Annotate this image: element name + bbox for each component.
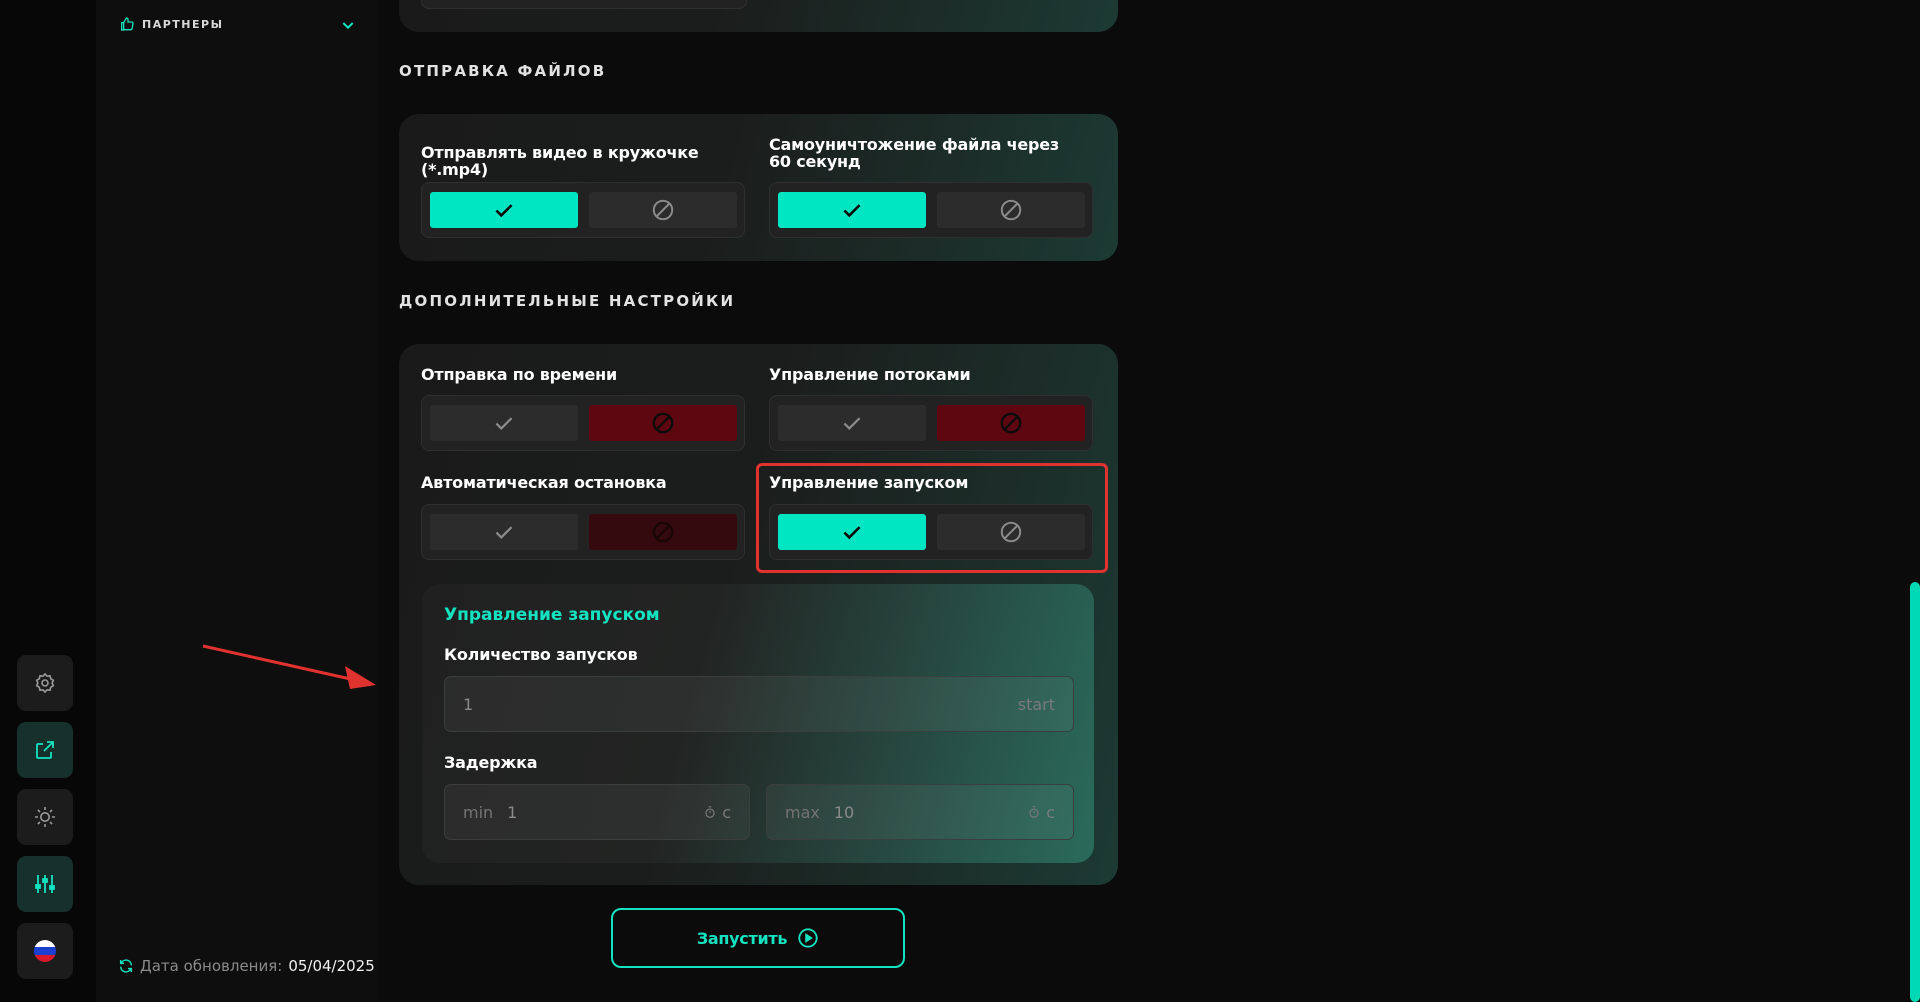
self-destruct-off-button[interactable]	[937, 192, 1085, 228]
launch-control-panel: Управление запуском Количество запусков …	[422, 584, 1094, 863]
stopwatch-icon	[705, 806, 715, 818]
extra-settings-title: ДОПОЛНИТЕЛЬНЫЕ НАСТРОЙКИ	[399, 292, 736, 310]
delay-max-unit: c	[1046, 802, 1055, 822]
auto-stop-toggle	[421, 504, 745, 560]
ban-icon	[1000, 412, 1022, 434]
refresh-icon	[119, 959, 133, 973]
file-sending-card: Отправлять видео в кружочке (*.mp4) Само…	[399, 114, 1118, 261]
delay-max-value: 10	[833, 802, 855, 822]
launch-count-label: Количество запусков	[444, 645, 638, 664]
check-icon	[495, 417, 513, 430]
check-icon	[495, 204, 513, 218]
language-button[interactable]	[17, 923, 73, 979]
delay-max-input[interactable]: max 10 c	[766, 784, 1074, 840]
annotation-arrow-icon	[202, 644, 376, 689]
delay-min-unit: c	[722, 802, 731, 822]
self-destruct-on-button[interactable]	[778, 192, 926, 228]
partners-label: ПАРТНЕРЫ	[142, 17, 224, 31]
video-circle-toggle	[421, 182, 745, 238]
self-destruct-label: Самоуничтожение файла через 60 секунд	[769, 135, 1060, 171]
thread-control-on-button[interactable]	[778, 405, 926, 441]
sliders-button[interactable]	[17, 856, 73, 912]
chevron-down-icon[interactable]	[340, 17, 356, 33]
delay-min-input[interactable]: min 1 c	[444, 784, 750, 840]
navigation-panel	[96, 0, 378, 1002]
auto-stop-off-button[interactable]	[589, 514, 737, 550]
update-date: Дата обновления: 05/04/2025	[118, 957, 375, 975]
icon-rail	[0, 0, 96, 1002]
ban-icon	[652, 412, 674, 434]
check-icon	[843, 417, 861, 430]
video-circle-on-button[interactable]	[430, 192, 578, 228]
scrollbar-thumb[interactable]	[1910, 582, 1920, 1002]
launch-count-input[interactable]: 1 start	[444, 676, 1074, 732]
partners-menu-item[interactable]: ПАРТНЕРЫ	[119, 16, 223, 32]
run-button[interactable]: Запустить	[611, 908, 905, 968]
play-circle-icon	[798, 928, 818, 948]
thread-control-off-button[interactable]	[937, 405, 1085, 441]
video-circle-off-button[interactable]	[589, 192, 737, 228]
delay-label: Задержка	[444, 753, 538, 772]
delay-min-value: 1	[507, 802, 518, 822]
delay-max-prefix: max	[785, 802, 820, 822]
previous-card	[399, 0, 1118, 32]
settings-button[interactable]	[17, 655, 73, 711]
external-link-icon	[36, 741, 54, 759]
thread-control-toggle	[769, 395, 1093, 451]
auto-stop-label: Автоматическая остановка	[421, 473, 667, 492]
export-button[interactable]	[17, 722, 73, 778]
file-sending-title: ОТПРАВКА ФАЙЛОВ	[399, 62, 607, 80]
highlight-box	[756, 463, 1108, 573]
time-sending-label: Отправка по времени	[421, 365, 617, 384]
stopwatch-icon	[1029, 806, 1039, 818]
check-icon	[843, 204, 861, 218]
check-icon	[495, 526, 513, 539]
update-value: 05/04/2025	[288, 957, 375, 975]
time-sending-toggle	[421, 395, 745, 451]
auto-stop-on-button[interactable]	[430, 514, 578, 550]
time-sending-on-button[interactable]	[430, 405, 578, 441]
video-circle-label: Отправлять видео в кружочке (*.mp4)	[421, 143, 699, 179]
launch-count-suffix: start	[1017, 694, 1055, 714]
ban-icon	[1000, 199, 1022, 221]
run-button-label: Запустить	[696, 928, 788, 948]
thread-control-label: Управление потоками	[769, 365, 971, 384]
russia-flag-icon	[34, 940, 56, 962]
theme-button[interactable]	[17, 789, 73, 845]
delay-min-prefix: min	[463, 802, 494, 822]
update-label: Дата обновления:	[140, 957, 283, 975]
launch-panel-title: Управление запуском	[444, 605, 660, 625]
thumbs-up-icon	[121, 17, 134, 31]
launch-count-value: 1	[463, 694, 474, 714]
ban-icon	[652, 521, 674, 543]
sliders-icon	[35, 875, 55, 893]
self-destruct-toggle	[769, 182, 1093, 238]
ban-icon	[652, 199, 674, 221]
gear-icon	[35, 672, 55, 694]
time-sending-off-button[interactable]	[589, 405, 737, 441]
sun-icon	[35, 807, 55, 827]
